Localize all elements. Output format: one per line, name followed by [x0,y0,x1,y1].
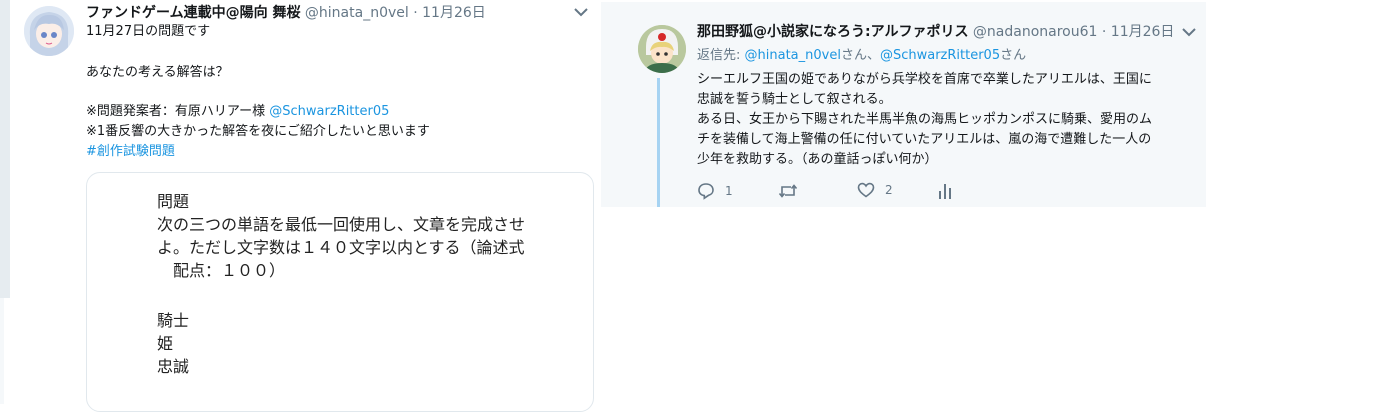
tweet-header: ファンドゲーム連載中@陽向 舞桜 @hinata_n0vel · 11月26日 [86,4,486,22]
separator-dot: · [413,5,418,21]
card-text-line: 姫 [157,334,174,353]
tweet-line: シーエルフ王国の姫でありながら兵学校を首席で卒業したアリエルは、王国に [697,72,1152,87]
card-text-line: 配点：１００） [157,261,286,280]
analytics-button[interactable] [938,182,952,200]
tweet-line: ある日、女王から下賜された半馬半魚の海馬ヒッポカンポスに騎乗、愛用のム [697,112,1153,127]
retweet-icon [778,184,798,198]
chevron-down-icon[interactable] [1182,26,1196,40]
reply-suffix: さん [1000,48,1027,63]
left-edge-strip-bottom [0,298,4,404]
analytics-icon [939,184,951,199]
tweet-line: ※1番反響の大きかった解答を夜にご紹介したいと思います [86,124,430,139]
tweet-date[interactable]: 11月26日 [1111,24,1175,40]
reply-icon [698,183,714,200]
reply-mid: さん、 [840,48,880,63]
tweet-header: 那田野狐@小説家になろう:アルファポリス @nadanonarou61 · 11… [697,23,1174,41]
card-text-line: 騎士 [157,311,190,330]
reply-prefix: 返信先: [697,48,745,63]
author-handle[interactable]: @nadanonarou61 [973,24,1098,40]
tweet-line-with-mention: ※問題発案者：有原ハリアー様 @SchwarzRitter05 [86,102,389,122]
thread-line [657,78,660,207]
like-count: 2 [885,183,893,197]
left-tweet: ファンドゲーム連載中@陽向 舞桜 @hinata_n0vel · 11月26日 … [0,0,600,412]
hashtag-link[interactable]: #創作試験問題 [86,142,175,162]
tweet-line: あなたの考える解答は？ [86,65,229,80]
author-handle[interactable]: @hinata_n0vel [305,5,409,21]
avatar[interactable] [24,6,74,56]
tweet-line: 11月27日の問題です [86,24,211,39]
retweet-button[interactable] [778,182,798,200]
reply-count: 1 [725,184,733,198]
tweet-line: チを装備して海上警備の任に付いていたアリエルは、嵐の海で遭難した一人の [697,132,1152,147]
card-text-line: 問題 [157,192,190,211]
separator-dot: · [1101,24,1107,40]
card-text-line: 忠誠 [157,357,190,376]
card-text-line: よ。ただし文字数は１４０文字以内とする（論述式 [157,238,525,257]
attached-image-card[interactable]: 問題 次の三つの単語を最低一回使用し、文章を完成させ よ。ただし文字数は１４０文… [86,172,594,412]
left-edge-strip [0,0,10,298]
heart-icon [857,182,875,198]
tweet-line-text: ※問題発案者：有原ハリアー様 [86,104,270,119]
author-name[interactable]: ファンドゲーム連載中@陽向 舞桜 [86,5,300,21]
author-name[interactable]: 那田野狐@小説家になろう:アルファポリス [697,24,968,40]
tweet-line: 少年を救助する。（あの童話っぽい何か） [697,152,938,167]
reply-context: 返信先: @hinata_n0velさん、@SchwarzRitter05さん [697,46,1026,66]
chevron-down-icon[interactable] [574,6,588,20]
like-button[interactable]: 2 [857,182,893,198]
reply-mention-2[interactable]: @SchwarzRitter05 [880,48,1000,63]
reply-mention-1[interactable]: @hinata_n0vel [745,48,841,63]
card-text-line: 次の三つの単語を最低一回使用し、文章を完成させ [157,215,526,234]
mention-link[interactable]: @SchwarzRitter05 [269,104,389,119]
reply-button[interactable]: 1 [697,182,733,200]
avatar[interactable] [638,25,686,73]
tweet-line: 忠誠を誓う騎士として叙される。 [697,92,892,107]
tweet-date[interactable]: 11月26日 [422,5,486,21]
